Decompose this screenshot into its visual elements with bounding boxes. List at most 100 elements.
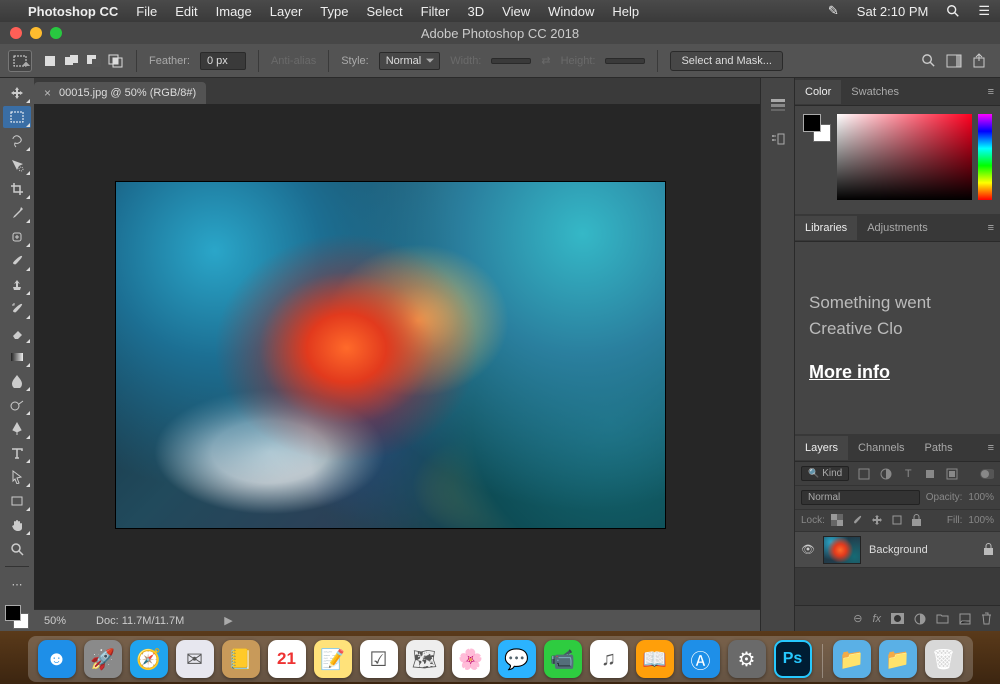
- tab-libraries[interactable]: Libraries: [795, 216, 857, 240]
- subtract-selection-icon[interactable]: [86, 53, 102, 69]
- filter-type-icon[interactable]: T: [901, 467, 915, 481]
- dock-facetime[interactable]: 📹: [544, 640, 582, 678]
- libraries-more-info-link[interactable]: More info: [809, 359, 986, 386]
- menu-layer[interactable]: Layer: [270, 4, 303, 19]
- dock-messages[interactable]: 💬: [498, 640, 536, 678]
- tab-adjustments[interactable]: Adjustments: [857, 216, 938, 240]
- close-tab-icon[interactable]: ×: [44, 86, 51, 100]
- workspace-icon[interactable]: [946, 54, 962, 68]
- quick-select-tool[interactable]: [3, 154, 31, 176]
- dock-launchpad[interactable]: 🚀: [84, 640, 122, 678]
- blur-tool[interactable]: [3, 370, 31, 392]
- menu-type[interactable]: Type: [320, 4, 348, 19]
- move-tool[interactable]: [3, 82, 31, 104]
- spotlight-icon[interactable]: [946, 4, 960, 18]
- layers-panel-menu-icon[interactable]: ≡: [982, 442, 1000, 454]
- control-center-icon[interactable]: ☰: [978, 3, 990, 19]
- tab-swatches[interactable]: Swatches: [841, 80, 909, 104]
- tab-channels[interactable]: Channels: [848, 436, 914, 460]
- filter-shape-icon[interactable]: [923, 467, 937, 481]
- tab-paths[interactable]: Paths: [915, 436, 963, 460]
- layer-name[interactable]: Background: [869, 544, 975, 556]
- share-icon[interactable]: [972, 53, 986, 68]
- dock-maps[interactable]: 🗺: [406, 640, 444, 678]
- dock-notes[interactable]: 📝: [314, 640, 352, 678]
- link-layers-icon[interactable]: ⊖: [853, 612, 862, 625]
- color-panel-menu-icon[interactable]: ≡: [982, 86, 1000, 98]
- close-window-button[interactable]: [10, 27, 22, 39]
- brush-tool[interactable]: [3, 250, 31, 272]
- layer-filter-kind[interactable]: 🔍Kind: [801, 466, 849, 481]
- document-tab[interactable]: × 00015.jpg @ 50% (RGB/8#): [34, 82, 206, 104]
- minimize-window-button[interactable]: [30, 27, 42, 39]
- dock-calendar[interactable]: 21: [268, 640, 306, 678]
- menu-file[interactable]: File: [136, 4, 157, 19]
- clone-stamp-tool[interactable]: [3, 274, 31, 296]
- blend-mode-select[interactable]: Normal: [801, 490, 920, 505]
- crop-tool[interactable]: [3, 178, 31, 200]
- dock-photos[interactable]: 🌸: [452, 640, 490, 678]
- shape-tool[interactable]: [3, 490, 31, 512]
- canvas-area[interactable]: [34, 104, 760, 609]
- lock-artboard-icon[interactable]: [891, 514, 905, 528]
- eyedropper-tool[interactable]: [3, 202, 31, 224]
- dock-downloads[interactable]: 📁: [879, 640, 917, 678]
- color-swatches[interactable]: [3, 603, 31, 629]
- libraries-panel-menu-icon[interactable]: ≡: [982, 222, 1000, 234]
- zoom-tool[interactable]: [3, 538, 31, 560]
- dodge-tool[interactable]: [3, 394, 31, 416]
- color-fg-bg-swatch[interactable]: [803, 114, 831, 142]
- dock-preferences[interactable]: ⚙︎: [728, 640, 766, 678]
- filter-adjust-icon[interactable]: [879, 467, 893, 481]
- add-selection-icon[interactable]: [64, 53, 80, 69]
- menu-window[interactable]: Window: [548, 4, 594, 19]
- dock-finder[interactable]: ☻: [38, 640, 76, 678]
- mask-icon[interactable]: [891, 613, 904, 624]
- properties-panel-icon[interactable]: [768, 130, 788, 148]
- notification-icon[interactable]: ✎: [828, 3, 839, 19]
- lock-paint-icon[interactable]: [851, 514, 865, 528]
- delete-layer-icon[interactable]: [981, 612, 992, 625]
- new-selection-icon[interactable]: [42, 53, 58, 69]
- eraser-tool[interactable]: [3, 322, 31, 344]
- zoom-window-button[interactable]: [50, 27, 62, 39]
- layer-visibility-icon[interactable]: 👁: [801, 543, 815, 556]
- menu-image[interactable]: Image: [216, 4, 252, 19]
- menu-filter[interactable]: Filter: [421, 4, 450, 19]
- intersect-selection-icon[interactable]: [108, 53, 124, 69]
- menu-help[interactable]: Help: [612, 4, 639, 19]
- dock-safari[interactable]: 🧭: [130, 640, 168, 678]
- lasso-tool[interactable]: [3, 130, 31, 152]
- new-layer-icon[interactable]: [959, 613, 971, 625]
- menu-3d[interactable]: 3D: [468, 4, 485, 19]
- hue-slider[interactable]: [978, 114, 992, 200]
- zoom-readout[interactable]: 50%: [44, 615, 66, 627]
- select-and-mask-button[interactable]: Select and Mask...: [670, 51, 783, 71]
- dock-photoshop[interactable]: Ps: [774, 640, 812, 678]
- doc-size-readout[interactable]: Doc: 11.7M/11.7M: [96, 615, 184, 627]
- status-flyout-icon[interactable]: ▶: [224, 614, 232, 627]
- tool-preset-picker[interactable]: [8, 50, 32, 72]
- dock-reminders[interactable]: ☑︎: [360, 640, 398, 678]
- fx-icon[interactable]: fx: [872, 613, 881, 625]
- style-select[interactable]: Normal: [379, 52, 440, 70]
- path-select-tool[interactable]: [3, 466, 31, 488]
- edit-toolbar[interactable]: ⋯: [3, 573, 31, 595]
- app-menu[interactable]: Photoshop CC: [28, 4, 118, 19]
- adjustment-layer-icon[interactable]: [914, 613, 926, 625]
- filter-toggle[interactable]: [980, 467, 994, 481]
- tab-layers[interactable]: Layers: [795, 436, 848, 460]
- history-brush-tool[interactable]: [3, 298, 31, 320]
- group-icon[interactable]: [936, 613, 949, 624]
- marquee-tool[interactable]: [3, 106, 31, 128]
- layer-lock-icon[interactable]: [983, 543, 994, 556]
- lock-all-icon[interactable]: [911, 514, 925, 528]
- dock-itunes[interactable]: ♫: [590, 640, 628, 678]
- tab-color[interactable]: Color: [795, 80, 841, 104]
- layer-row[interactable]: 👁 Background: [795, 532, 1000, 568]
- dock-contacts[interactable]: 📒: [222, 640, 260, 678]
- layer-thumbnail[interactable]: [823, 536, 861, 564]
- gradient-tool[interactable]: [3, 346, 31, 368]
- opacity-value[interactable]: 100%: [968, 492, 994, 503]
- filter-smart-icon[interactable]: [945, 467, 959, 481]
